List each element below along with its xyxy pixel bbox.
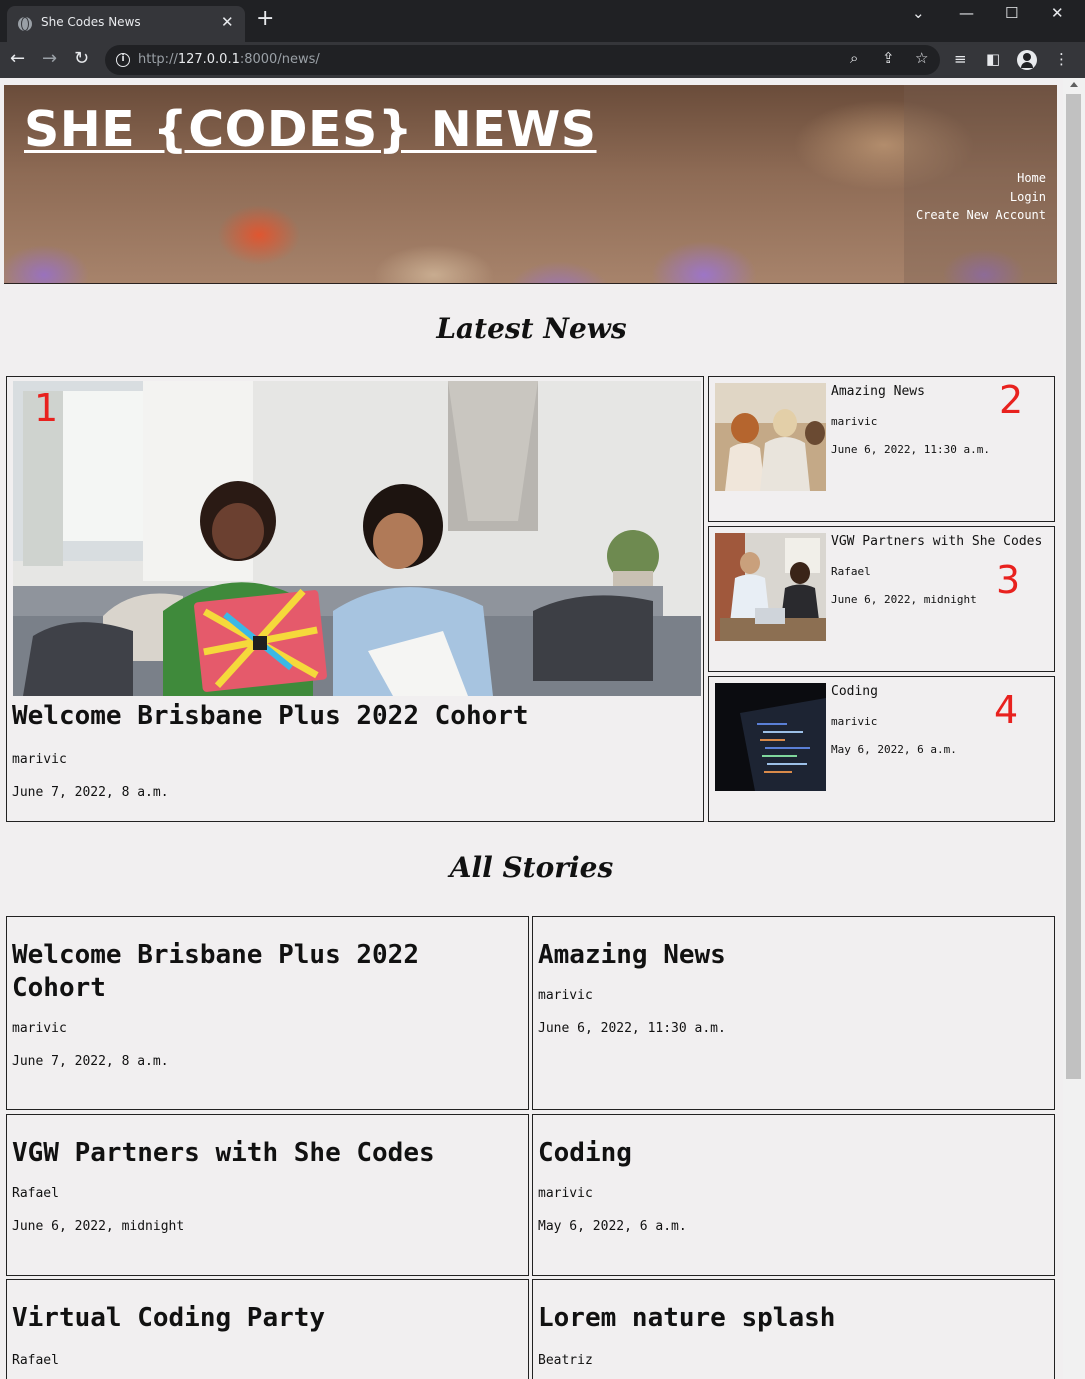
side-story-title[interactable]: Coding: [831, 684, 878, 699]
side-panel-icon[interactable]: ◧: [986, 50, 1000, 68]
story-title[interactable]: Virtual Coding Party: [12, 1302, 325, 1335]
globe-icon: [18, 17, 32, 31]
thumbnail-illustration: [715, 533, 826, 641]
browser-tab-strip: She Codes News ✕ + ⌄ — ☐ ✕: [0, 0, 1085, 42]
annotation-marker-4: 4: [994, 688, 1019, 732]
site-banner: SHE {CODES} NEWS Home Login Create New A…: [4, 85, 1057, 284]
story-card[interactable]: Coding marivic May 6, 2022, 6 a.m.: [532, 1114, 1055, 1276]
maximize-button[interactable]: ☐: [1005, 4, 1018, 22]
story-card[interactable]: Amazing News marivic June 6, 2022, 11:30…: [532, 916, 1055, 1110]
story-title[interactable]: Welcome Brisbane Plus 2022 Cohort: [12, 939, 492, 1005]
story-title[interactable]: Amazing News: [538, 939, 726, 972]
story-author: marivic: [12, 1021, 67, 1036]
story-author: marivic: [538, 1186, 593, 1201]
story-author: Rafael: [12, 1186, 59, 1201]
featured-story-image[interactable]: [13, 381, 701, 696]
side-story-card[interactable]: Coding marivic May 6, 2022, 6 a.m. 4: [708, 676, 1055, 822]
featured-story-date: June 7, 2022, 8 a.m.: [12, 785, 169, 800]
story-date: June 7, 2022, 8 a.m.: [12, 1054, 169, 1069]
address-bar[interactable]: i http://127.0.0.1:8000/news/ ⌕ ⇪ ☆: [105, 45, 940, 75]
story-author: marivic: [538, 988, 593, 1003]
profile-avatar-icon[interactable]: [1017, 50, 1037, 70]
share-icon[interactable]: ⇪: [882, 49, 895, 67]
url-host: 127.0.0.1: [177, 52, 240, 67]
thumbnail-illustration: [715, 383, 826, 491]
scroll-up-arrow-icon[interactable]: [1070, 82, 1078, 87]
featured-story-card[interactable]: Welcome Brisbane Plus 2022 Cohort marivi…: [6, 376, 704, 822]
side-story-date: May 6, 2022, 6 a.m.: [831, 743, 957, 756]
latest-news-heading: Latest News: [436, 312, 627, 345]
story-card[interactable]: VGW Partners with She Codes Rafael June …: [6, 1114, 529, 1276]
window-close-button[interactable]: ✕: [1051, 4, 1064, 22]
site-title-link[interactable]: SHE {CODES} NEWS: [24, 101, 597, 158]
main-nav: Home Login Create New Account: [916, 169, 1046, 225]
side-story-thumbnail[interactable]: [715, 533, 826, 641]
minimize-button[interactable]: —: [959, 4, 974, 22]
url-text[interactable]: http://127.0.0.1:8000/news/: [138, 52, 320, 67]
browser-tab[interactable]: She Codes News ✕: [7, 6, 245, 42]
tab-title: She Codes News: [41, 15, 141, 29]
side-story-card[interactable]: VGW Partners with She Codes Rafael June …: [708, 526, 1055, 672]
site-info-icon[interactable]: i: [116, 53, 130, 67]
story-card[interactable]: Virtual Coding Party Rafael: [6, 1279, 529, 1379]
reload-button[interactable]: ↻: [74, 49, 89, 69]
story-title[interactable]: Coding: [538, 1137, 632, 1170]
menu-kebab-icon[interactable]: ⋮: [1054, 50, 1069, 68]
annotation-marker-3: 3: [996, 558, 1021, 602]
story-date: May 6, 2022, 6 a.m.: [538, 1219, 687, 1234]
side-story-date: June 6, 2022, midnight: [831, 593, 977, 606]
annotation-marker-2: 2: [999, 378, 1024, 422]
story-card[interactable]: Welcome Brisbane Plus 2022 Cohort marivi…: [6, 916, 529, 1110]
side-story-thumbnail[interactable]: [715, 383, 826, 491]
story-title[interactable]: VGW Partners with She Codes: [12, 1137, 435, 1170]
story-date: June 6, 2022, midnight: [12, 1219, 185, 1234]
side-story-author: Rafael: [831, 565, 871, 578]
reading-list-icon[interactable]: ≡: [954, 50, 967, 68]
new-tab-button[interactable]: +: [256, 8, 274, 30]
page-scrollbar[interactable]: [1063, 78, 1085, 1379]
side-story-thumbnail[interactable]: [715, 683, 826, 791]
story-author: Beatriz: [538, 1353, 593, 1368]
nav-login-link[interactable]: Login: [916, 188, 1046, 207]
story-title[interactable]: Lorem nature splash: [538, 1302, 835, 1335]
browser-toolbar: ← → ↻ i http://127.0.0.1:8000/news/ ⌕ ⇪ …: [0, 42, 1085, 78]
url-path: :8000/news/: [239, 52, 320, 67]
close-tab-icon[interactable]: ✕: [221, 13, 234, 31]
featured-story-author: marivic: [12, 752, 67, 767]
back-button[interactable]: ←: [10, 49, 25, 69]
side-story-author: marivic: [831, 415, 878, 428]
forward-button[interactable]: →: [42, 49, 57, 69]
zoom-icon[interactable]: ⌕: [850, 49, 858, 67]
side-story-title[interactable]: Amazing News: [831, 384, 925, 399]
url-scheme: http://: [138, 52, 178, 67]
scrollbar-thumb[interactable]: [1066, 94, 1081, 1079]
side-story-author: marivic: [831, 715, 878, 728]
story-card[interactable]: Lorem nature splash Beatriz: [532, 1279, 1055, 1379]
featured-photo-illustration: [13, 381, 701, 696]
story-author: Rafael: [12, 1353, 59, 1368]
featured-story-title[interactable]: Welcome Brisbane Plus 2022 Cohort: [12, 701, 529, 731]
nav-home-link[interactable]: Home: [916, 169, 1046, 188]
bookmark-star-icon[interactable]: ☆: [915, 49, 928, 67]
thumbnail-illustration: [715, 683, 826, 791]
side-story-title[interactable]: VGW Partners with She Codes: [831, 534, 1042, 549]
side-story-date: June 6, 2022, 11:30 a.m.: [831, 443, 990, 456]
all-stories-heading: All Stories: [449, 851, 614, 884]
nav-create-account-link[interactable]: Create New Account: [916, 206, 1046, 225]
side-story-card[interactable]: Amazing News marivic June 6, 2022, 11:30…: [708, 376, 1055, 522]
annotation-marker-1: 1: [34, 386, 59, 430]
tab-search-chevron-icon[interactable]: ⌄: [912, 4, 925, 22]
story-date: June 6, 2022, 11:30 a.m.: [538, 1021, 726, 1036]
